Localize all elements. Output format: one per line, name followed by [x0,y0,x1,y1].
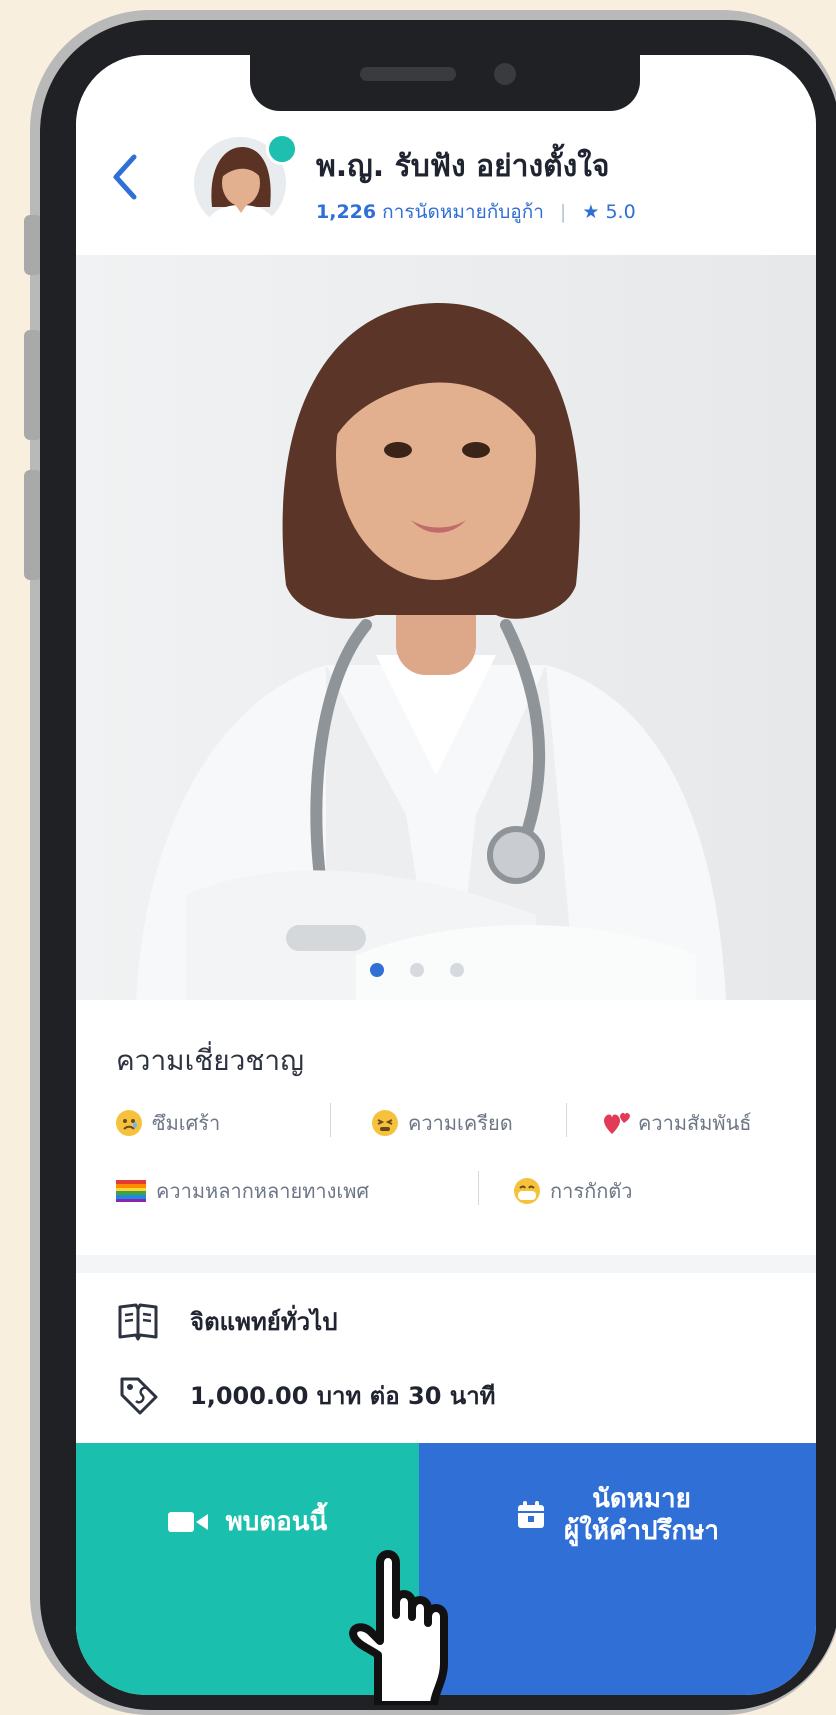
pointer-hand-icon [349,1550,448,1705]
specialty-tag-label: ซึมเศร้า [152,1111,221,1135]
section-separator [76,1255,816,1273]
specialty-tag: ความเครียด [372,1107,513,1139]
meet-now-label: พบตอนนี้ [225,1507,328,1537]
book-icon [118,1303,158,1341]
online-status-dot [266,133,298,165]
tag-divider [330,1103,331,1137]
price-row: 1,000.00 บาท ต่อ 30 นาที [116,1373,495,1417]
specialty-tag: ความหลากหลายทางเพศ [116,1175,369,1207]
doctor-info-section: จิตแพทย์ทั่วไป 1,000.00 บาท ต่อ 30 นาที [76,1273,816,1443]
chevron-left-icon [113,154,137,200]
star-icon: ★ [582,201,600,223]
appointments-label: การนัดหมายกับอูก้า [382,201,544,223]
calendar-icon [517,1501,544,1528]
stressed-face-emoji-icon [372,1110,398,1136]
appointments-count: 1,226 [316,201,377,223]
front-camera [494,63,516,85]
stats-divider: | [559,201,567,223]
price: 1,000.00 บาท ต่อ 30 นาที [190,1381,496,1410]
book-label-line1: นัดหมาย [592,1484,691,1514]
sad-face-emoji-icon [116,1110,142,1136]
doctor-stats: 1,226 การนัดหมายกับอูก้า | ★ 5.0 [316,197,636,227]
specialty-tag-label: ความหลากหลายทางเพศ [156,1179,370,1203]
mask-face-emoji-icon [514,1178,540,1204]
doctor-photo-carousel[interactable] [76,255,816,1000]
carousel-dot-active[interactable] [370,963,384,977]
phone-notch [250,55,640,111]
app-screen: พ.ญ. รับฟัง อย่างตั้งใจ 1,226 การนัดหมาย… [76,55,816,1695]
hearts-emoji-icon [602,1110,630,1136]
back-button[interactable] [106,147,146,207]
specialty-tag-label: ความสัมพันธ์ [638,1111,752,1135]
specialty-tag: ซึมเศร้า [116,1107,220,1139]
book-label-line2: ผู้ให้คำปรึกษา [563,1516,719,1546]
video-camera-icon [167,1511,208,1532]
rainbow-flag-emoji-icon [116,1180,146,1202]
price-tag-icon [120,1377,158,1415]
doctor-photo [76,255,816,1000]
tag-divider [566,1103,567,1137]
doctor-name: พ.ญ. รับฟัง อย่างตั้งใจ [316,149,610,184]
doctor-type: จิตแพทย์ทั่วไป [190,1307,338,1336]
rating-value: 5.0 [605,201,636,223]
speaker-grille [360,67,456,81]
specialty-title: ความเชี่ยวชาญ [116,1044,304,1077]
specialty-tag: การกักตัว [514,1175,633,1207]
specialty-section: ความเชี่ยวชาญ ซึมเศร้า ความเครียด ความสั… [76,1015,816,1255]
specialty-tag-label: ความเครียด [408,1111,513,1135]
tag-divider [478,1171,479,1205]
carousel-indicator [370,963,464,977]
carousel-dot[interactable] [450,963,464,977]
doctor-type-row: จิตแพทย์ทั่วไป [116,1299,337,1343]
specialty-tag: ความสัมพันธ์ [602,1107,751,1139]
carousel-dot[interactable] [410,963,424,977]
specialty-tag-label: การกักตัว [550,1179,633,1203]
